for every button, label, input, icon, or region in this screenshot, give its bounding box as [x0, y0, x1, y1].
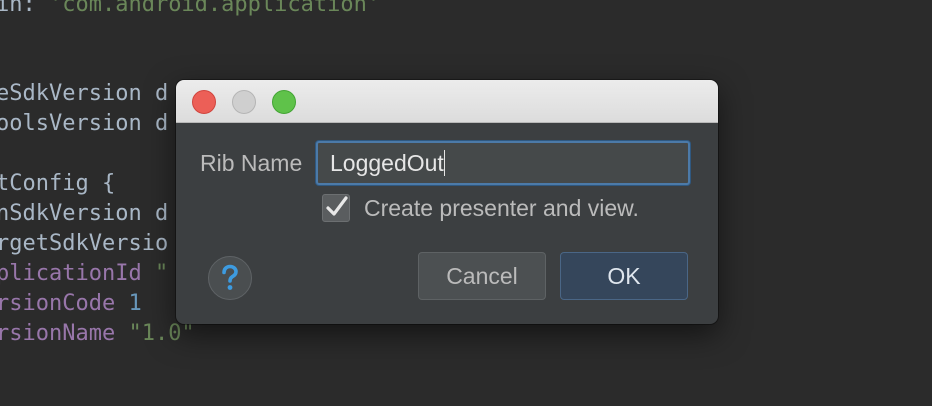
help-button[interactable] — [208, 256, 252, 300]
dialog-titlebar[interactable] — [176, 80, 718, 123]
checkmark-icon — [326, 196, 348, 216]
line-compile-sdk: eSdkVersion d — [0, 79, 168, 109]
minimize-window-button[interactable] — [232, 90, 256, 114]
cancel-button[interactable]: Cancel — [418, 252, 546, 300]
ok-button[interactable]: OK — [560, 252, 688, 300]
code-token: in: — [0, 0, 49, 17]
line-min-sdk: nSdkVersion d — [0, 199, 168, 229]
text-caret — [443, 150, 445, 176]
code-token: "1.0" — [128, 321, 195, 346]
rib-name-value: LoggedOut — [330, 150, 444, 176]
line-application-id: plicationId " — [0, 259, 168, 289]
code-token: nSdkVersion d — [0, 201, 169, 226]
question-icon — [222, 264, 238, 290]
new-rib-dialog: Rib Name LoggedOut Create presenter and … — [176, 80, 718, 324]
maximize-window-button[interactable] — [272, 90, 296, 114]
create-presenter-label[interactable]: Create presenter and view. — [364, 195, 639, 222]
line-version-name: rsionName "1.0" — [0, 319, 195, 349]
line-build-tools: oolsVersion d — [0, 109, 168, 139]
code-token: 'com.android.application' — [48, 0, 381, 17]
line-target-sdk: rgetSdkVersio — [0, 229, 168, 259]
rib-name-input[interactable]: LoggedOut — [316, 141, 690, 185]
code-token: eSdkVersion d — [0, 81, 169, 106]
code-token: plicationId — [0, 261, 155, 286]
code-token: rsionName — [0, 321, 129, 346]
code-token: rsionCode — [0, 291, 129, 316]
line-version-code: rsionCode 1 — [0, 289, 142, 319]
code-token: tConfig { — [0, 171, 116, 196]
close-window-button[interactable] — [192, 90, 216, 114]
code-token: 1 — [128, 291, 142, 316]
line-default-config: tConfig { — [0, 169, 115, 199]
code-token: " — [154, 261, 169, 286]
code-token: oolsVersion d — [0, 111, 169, 136]
rib-name-label: Rib Name — [200, 150, 303, 176]
create-presenter-checkbox[interactable] — [322, 194, 350, 222]
line-apply-plugin: in: 'com.android.application' — [0, 0, 380, 20]
code-token: rgetSdkVersio — [0, 231, 169, 256]
